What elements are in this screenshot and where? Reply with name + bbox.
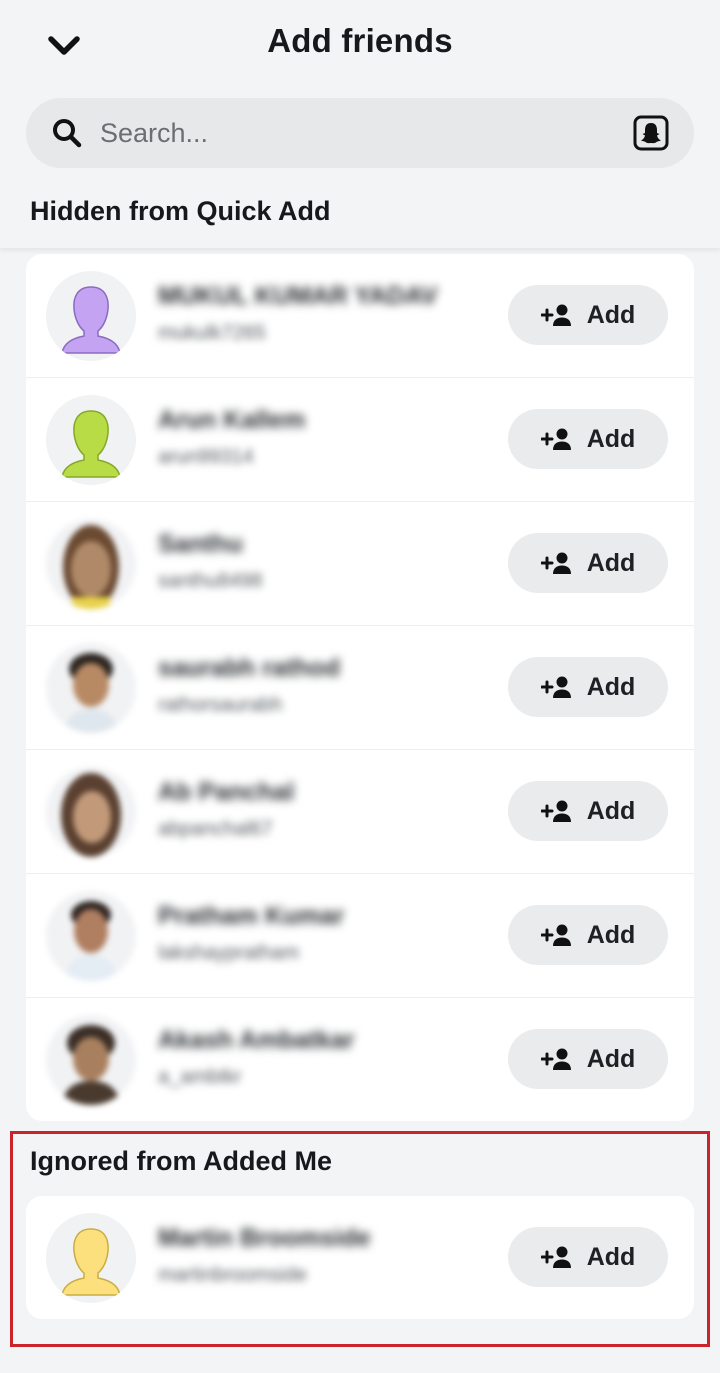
profile-photo-avatar: [46, 643, 136, 733]
friend-username: santhu8498: [158, 570, 263, 592]
add-friend-icon: [540, 551, 573, 575]
add-button[interactable]: Add: [508, 781, 668, 841]
bitmoji-silhouette-icon: [46, 271, 136, 361]
friend-name: Santhu: [158, 530, 243, 558]
list-item[interactable]: Santhu santhu8498 Add: [26, 502, 694, 626]
list-item[interactable]: saurabh rathod rathorsaurabh Add: [26, 626, 694, 750]
friend-username: a_ambtkr: [158, 1066, 242, 1088]
add-friend-icon: [540, 923, 573, 947]
bitmoji-silhouette-icon: [46, 395, 136, 485]
section-title-hidden: Hidden from Quick Add: [30, 196, 331, 226]
add-button[interactable]: Add: [508, 1029, 668, 1089]
add-friend-icon: [540, 799, 573, 823]
search-icon: [52, 118, 82, 148]
search-input[interactable]: [98, 116, 582, 150]
search-bar[interactable]: [26, 98, 694, 168]
add-button-label: Add: [586, 796, 636, 825]
highlight-box: [10, 1131, 710, 1347]
add-button-label: Add: [586, 424, 636, 453]
add-button-label: Add: [586, 920, 636, 949]
friend-name: saurabh rathod: [158, 654, 340, 682]
list-item[interactable]: Akash Ambatkar a_ambtkr Add: [26, 998, 694, 1121]
add-friend-icon: [540, 1047, 573, 1071]
add-button-label: Add: [586, 548, 636, 577]
page-title: Add friends: [267, 22, 453, 59]
add-button[interactable]: Add: [508, 409, 668, 469]
add-button-label: Add: [586, 672, 636, 701]
friend-username: lakshaypratham: [158, 942, 300, 964]
list-item[interactable]: Pratham Kumar lakshaypratham Add: [26, 874, 694, 998]
friend-name: Pratham Kumar: [158, 902, 345, 930]
hidden-quick-add-list: MUKUL KUMAR YADAV mukulk7265 Add Arun Ka…: [26, 254, 694, 1121]
add-button[interactable]: Add: [508, 905, 668, 965]
top-bar: Add friends Hidden from Quick Add: [0, 0, 720, 248]
add-friend-icon: [540, 427, 573, 451]
friend-username: rathorsaurabh: [158, 694, 283, 716]
friend-name: Arun Kallem: [158, 406, 306, 434]
friend-username: abpanchal67: [158, 818, 273, 840]
add-button[interactable]: Add: [508, 657, 668, 717]
list-item[interactable]: MUKUL KUMAR YADAV mukulk7265 Add: [26, 254, 694, 378]
profile-photo-avatar: [46, 1015, 136, 1105]
add-button[interactable]: Add: [508, 285, 668, 345]
list-item[interactable]: Ab Panchal abpanchal67 Add: [26, 750, 694, 874]
profile-photo-avatar: [46, 519, 136, 609]
friend-username: arun99314: [158, 446, 254, 468]
add-friend-icon: [540, 303, 573, 327]
snapcode-icon[interactable]: [632, 114, 670, 152]
add-button-label: Add: [586, 300, 636, 329]
add-button[interactable]: Add: [508, 533, 668, 593]
profile-photo-avatar: [46, 767, 136, 857]
friend-username: mukulk7265: [158, 322, 266, 344]
profile-photo-avatar: [46, 891, 136, 981]
list-item[interactable]: Arun Kallem arun99314 Add: [26, 378, 694, 502]
friend-name: MUKUL KUMAR YADAV: [158, 282, 438, 310]
add-friend-icon: [540, 675, 573, 699]
friend-name: Akash Ambatkar: [158, 1026, 355, 1054]
friend-name: Ab Panchal: [158, 778, 295, 806]
add-button-label: Add: [586, 1044, 636, 1073]
